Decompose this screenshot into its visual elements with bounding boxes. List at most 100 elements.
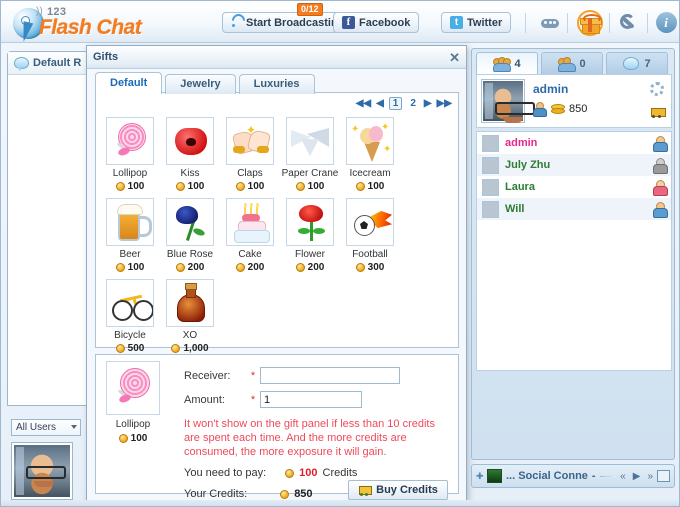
- list-item[interactable]: July Zhu: [477, 154, 671, 176]
- amount-input[interactable]: [260, 391, 362, 408]
- restore-icon[interactable]: [657, 470, 670, 482]
- coin-icon: [175, 263, 185, 272]
- info-icon[interactable]: i: [653, 10, 679, 36]
- dialog-titlebar: Gifts ✕: [87, 46, 466, 69]
- close-icon[interactable]: ✕: [449, 51, 460, 64]
- role-icon: [653, 136, 668, 152]
- page-last-button[interactable]: ▶▶: [437, 98, 452, 109]
- gift-item[interactable]: Football 300: [340, 198, 400, 273]
- start-broadcasting-label: Start Broadcasting: [246, 16, 345, 29]
- list-item[interactable]: admin: [477, 132, 671, 154]
- webcam-image: [14, 445, 70, 497]
- gift-price-value: 1,000: [183, 343, 209, 354]
- tab-jewelry[interactable]: Jewelry: [165, 74, 236, 94]
- paper-crane-icon: [286, 117, 334, 165]
- tab-users[interactable]: 4: [476, 52, 538, 74]
- gift-item[interactable]: ✦ Claps 100: [220, 117, 280, 192]
- kiss-icon: [166, 117, 214, 165]
- gift-category-tabs: Default Jewelry Luxuries: [95, 72, 315, 94]
- coin-icon: [115, 263, 125, 272]
- toolbar-divider: [567, 13, 568, 33]
- gift-price-value: 100: [127, 262, 145, 273]
- shop-icon[interactable]: [650, 105, 666, 118]
- wrench-icon[interactable]: [617, 10, 643, 36]
- gift-item[interactable]: Cake 200: [220, 198, 280, 273]
- gift-price-value: 100: [367, 181, 385, 192]
- selected-gift-price: 100: [102, 433, 164, 444]
- page-prev-button[interactable]: ◀: [376, 98, 384, 109]
- flower-icon: [286, 198, 334, 246]
- gear-icon[interactable]: [650, 82, 664, 96]
- user-name: admin: [505, 137, 538, 149]
- page-1-button[interactable]: 1: [388, 97, 403, 110]
- coins-icon: [551, 103, 565, 114]
- gift-price-value: 300: [367, 262, 385, 273]
- current-user-credits: 850: [569, 102, 588, 115]
- tab-add-user[interactable]: 0: [541, 52, 603, 74]
- gifts-dialog: Gifts ✕ Default Jewelry Luxuries ◀◀ ◀ 1 …: [86, 45, 467, 501]
- tab-chats[interactable]: 7: [606, 52, 668, 74]
- top-toolbar: )) 123 Flash Chat 0/12 Start Broadcastin…: [1, 1, 679, 43]
- current-user-credits-row: 850: [533, 102, 588, 117]
- gift-price: 100: [280, 181, 340, 192]
- gift-name: Paper Crane: [281, 168, 339, 179]
- page-first-button[interactable]: ◀◀: [356, 98, 371, 109]
- logo-title: Flash Chat: [39, 16, 142, 39]
- page-next-button[interactable]: ▶: [424, 98, 432, 109]
- facebook-icon: f: [342, 16, 355, 29]
- credits-label: Your Credits:: [184, 488, 248, 500]
- next-button[interactable]: »: [647, 471, 653, 482]
- gift-price-value: 100: [127, 181, 145, 192]
- receiver-input[interactable]: [260, 367, 400, 384]
- tab-default[interactable]: Default: [95, 72, 163, 94]
- gift-price-value: 100: [307, 181, 325, 192]
- list-item[interactable]: Laura: [477, 176, 671, 198]
- buy-credits-button[interactable]: Buy Credits: [348, 480, 448, 500]
- user-filter-dropdown[interactable]: All Users: [11, 419, 81, 436]
- facebook-label: Facebook: [359, 16, 411, 29]
- broadcast-wave-icon: [231, 17, 242, 28]
- my-webcam-thumbnail[interactable]: [11, 442, 73, 500]
- gift-item[interactable]: Kiss 100: [160, 117, 220, 192]
- gift-item[interactable]: Flower 200: [280, 198, 340, 273]
- coin-icon: [235, 182, 245, 191]
- user-list[interactable]: admin July Zhu Laura Will: [476, 131, 672, 371]
- prev-button[interactable]: «: [620, 471, 626, 482]
- gift-item[interactable]: Blue Rose 200: [160, 198, 220, 273]
- gamepad-icon[interactable]: [537, 10, 563, 36]
- gift-name: Claps: [237, 168, 263, 179]
- play-button[interactable]: ▶: [633, 471, 641, 482]
- gift-item[interactable]: Beer 100: [100, 198, 160, 273]
- users-icon: [493, 56, 512, 72]
- gift-item[interactable]: ✦ ✦ ✦ Icecream 100: [340, 117, 400, 192]
- page-2-button[interactable]: 2: [407, 98, 419, 109]
- claps-icon: ✦: [226, 117, 274, 165]
- toolbar-divider: [525, 13, 526, 33]
- gift-price-value: 100: [247, 181, 265, 192]
- coin-icon: [295, 182, 305, 191]
- user-name: Laura: [505, 181, 535, 193]
- gift-icon[interactable]: [577, 10, 603, 36]
- social-connect-nav: « ▶ »: [620, 471, 653, 482]
- gift-item[interactable]: Paper Crane 100: [280, 117, 340, 192]
- avatar[interactable]: [481, 79, 535, 123]
- dialog-title: Gifts: [93, 51, 119, 63]
- selected-gift-preview: Lollipop 100: [102, 361, 164, 444]
- tab-luxuries[interactable]: Luxuries: [238, 74, 315, 94]
- twitter-button[interactable]: t Twitter: [441, 12, 512, 33]
- app-logo: )) 123 Flash Chat: [9, 4, 154, 43]
- coin-icon: [235, 263, 245, 272]
- amount-required-marker: *: [250, 393, 256, 406]
- coin-icon: [171, 344, 181, 353]
- gift-price: 200: [280, 262, 340, 273]
- receiver-row: Receiver: *: [184, 367, 400, 384]
- list-item[interactable]: Will: [477, 198, 671, 220]
- gift-item[interactable]: Lollipop 100: [100, 117, 160, 192]
- gift-item[interactable]: Bicycle 500: [100, 279, 160, 354]
- gift-grid-panel: ◀◀ ◀ 1 2 ▶ ▶▶ Lollipop 100 Kiss 100 ✦ Cl…: [95, 92, 459, 354]
- plug-icon: ✚: [476, 470, 484, 481]
- facebook-button[interactable]: f Facebook: [333, 12, 420, 33]
- gift-item[interactable]: XO 1,000: [160, 279, 220, 354]
- add-user-count: 0: [579, 57, 586, 70]
- gift-name: Bicycle: [114, 330, 146, 341]
